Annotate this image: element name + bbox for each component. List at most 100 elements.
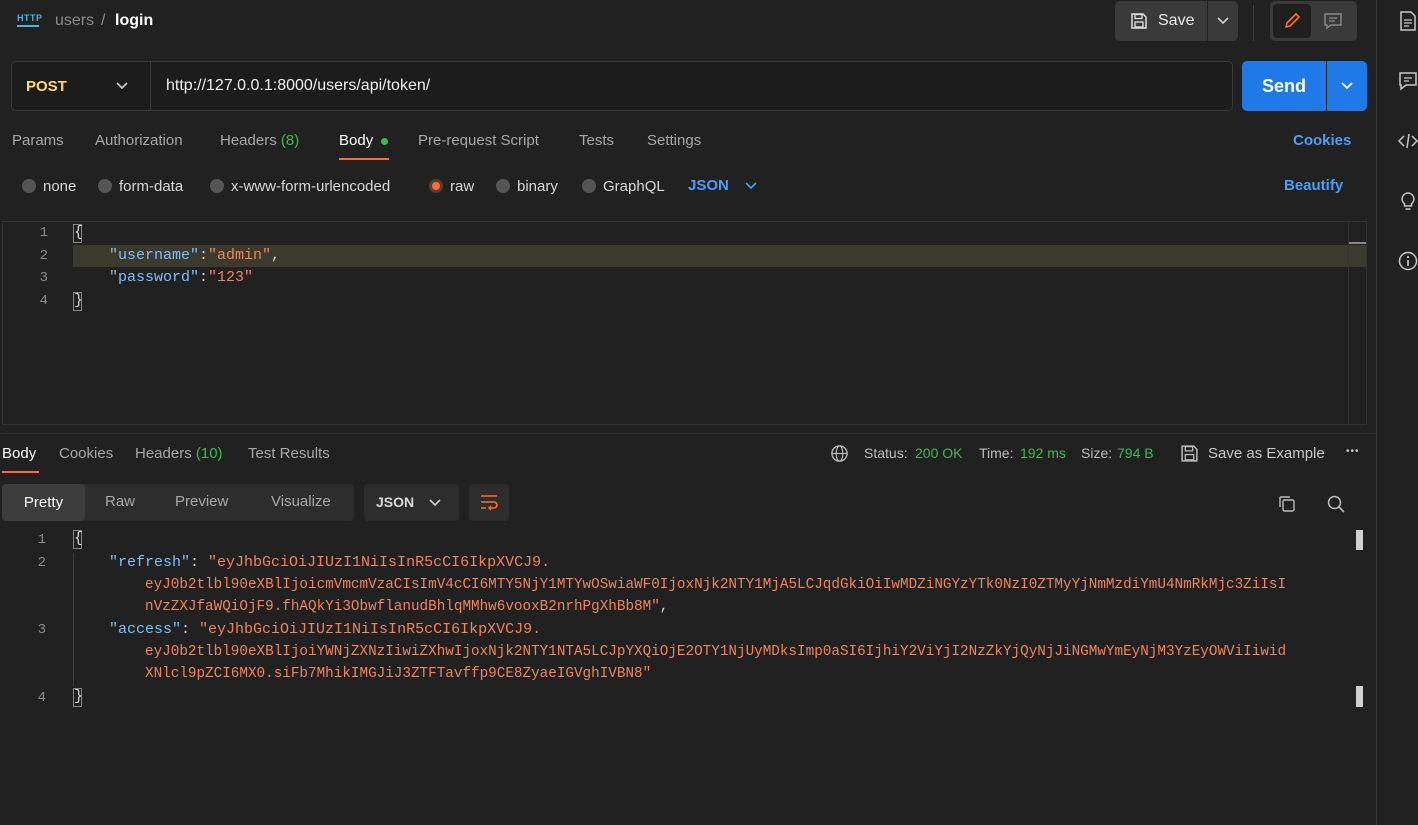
save-icon[interactable] [1180,444,1199,463]
right-sidebar [1376,0,1418,825]
line-number: 3 [37,622,46,638]
json-colon: : [199,247,209,264]
breadcrumb-separator: / [101,12,106,29]
globe-icon[interactable] [830,444,849,463]
size-value[interactable]: 794 B [1117,445,1154,461]
radio-raw[interactable] [429,179,443,193]
save-as-example-button[interactable]: Save as Example [1208,445,1325,462]
json-comma: , [659,599,669,615]
json-value: "eyJhbGciOiJIUzI1NiIsInR5cCI6IkpXVCJ9. [208,554,551,571]
json-comma: , [271,247,281,264]
response-tab-test-results[interactable]: Test Results [248,445,330,462]
breadcrumb-parent[interactable]: users [55,12,94,30]
http-method-select[interactable]: POST [26,78,67,95]
json-value: "123" [208,269,254,286]
code-icon[interactable] [1397,130,1418,152]
scrollbar-thumb[interactable] [1356,686,1363,707]
editor-scrollbar[interactable] [1348,222,1366,424]
json-key: "access" [109,621,182,638]
save-icon [1131,13,1147,29]
code-wrap-line: eyJ0b2tlbl90eXBlIjoicmVmcmVzaCIsImV4cCI6… [145,577,1287,593]
tab-params[interactable]: Params [12,132,64,149]
code-line-refresh: "refresh": "eyJhbGciOiJIUzI1NiIsInR5cCI6… [109,554,550,571]
json-key: "password" [109,269,200,286]
chevron-down-icon[interactable] [744,179,758,193]
radio-graphql-label[interactable]: GraphQL [603,178,665,195]
radio-form-data-label[interactable]: form-data [119,178,183,195]
code-open-brace: { [74,530,84,547]
active-tab-indicator [2,471,39,473]
send-options-button[interactable] [1327,61,1367,111]
more-options-icon[interactable]: ••• [1346,446,1360,457]
time-label: Time: [979,445,1014,461]
send-button[interactable]: Send [1242,61,1326,111]
code-wrap-line: XNlcl9pZCI6MX0.siFb7MhikIMGJiJ3ZTFTavffp… [145,666,652,682]
tab-authorization[interactable]: Authorization [95,132,183,149]
json-value: "admin" [208,247,272,264]
json-colon: : [199,269,209,286]
response-tab-body[interactable]: Body [2,445,36,462]
raw-format-select[interactable]: JSON [688,177,729,194]
radio-none[interactable] [22,179,36,193]
comment-mode-button[interactable] [1314,4,1352,38]
tab-body[interactable]: Body [339,132,373,149]
document-icon[interactable] [1397,10,1418,32]
tab-pre-request-script[interactable]: Pre-request Script [418,132,539,149]
chat-icon[interactable] [1397,70,1418,92]
response-tab-headers[interactable]: Headers (10) [135,445,223,462]
code-wrap-line: nVzZXJfaWQiOjF9.fhAQkYi3ObwflanudBhlqMMh… [145,599,668,615]
breadcrumb-current[interactable]: login [115,12,153,30]
line-number: 1 [39,225,48,241]
time-value[interactable]: 192 ms [1020,445,1066,461]
view-mode-visualize[interactable]: Visualize [271,493,331,510]
edit-mode-button[interactable] [1273,4,1311,38]
view-mode-preview[interactable]: Preview [175,493,228,510]
line-number: 2 [37,555,46,571]
json-value: nVzZXJfaWQiOjF9.fhAQkYi3ObwflanudBhlqMMh… [145,599,660,615]
code-open-brace: { [74,224,84,241]
tab-settings[interactable]: Settings [647,132,701,149]
response-tab-cookies[interactable]: Cookies [59,445,113,462]
radio-raw-label[interactable]: raw [450,178,474,195]
scrollbar-thumb[interactable] [1356,530,1363,550]
save-button[interactable]: Save [1115,1,1207,41]
toolbar-divider [1253,5,1254,41]
code-line-username: "username":"admin", [109,247,280,264]
radio-form-data[interactable] [98,179,112,193]
search-icon[interactable] [1326,494,1346,514]
tab-headers[interactable]: Headers (8) [220,132,299,149]
chevron-down-icon[interactable] [115,79,129,93]
comment-icon [1324,13,1342,30]
radio-binary[interactable] [496,179,510,193]
pencil-icon [1285,13,1300,28]
url-input[interactable] [158,66,1218,106]
save-label: Save [1158,12,1195,29]
status-value[interactable]: 200 OK [915,445,962,461]
cookies-link[interactable]: Cookies [1293,132,1351,149]
json-key: "refresh" [109,554,191,571]
view-mode-raw[interactable]: Raw [105,493,135,510]
radio-urlencoded[interactable] [210,179,224,193]
json-key: "username" [109,247,200,264]
save-options-button[interactable] [1208,1,1238,41]
view-mode-pretty[interactable]: Pretty [2,484,85,521]
info-icon[interactable] [1397,250,1418,272]
response-format-label: JSON [376,494,415,510]
copy-icon[interactable] [1277,494,1297,514]
radio-binary-label[interactable]: binary [517,178,558,195]
wrap-lines-button[interactable] [469,484,509,521]
tab-tests[interactable]: Tests [579,132,614,149]
headers-count-badge: (8) [280,132,300,149]
pane-divider[interactable] [0,433,1376,434]
radio-urlencoded-label[interactable]: x-www-form-urlencoded [231,178,390,195]
json-value: "eyJhbGciOiJIUzI1NiIsInR5cCI6IkpXVCJ9. [199,621,542,638]
beautify-button[interactable]: Beautify [1284,177,1343,194]
radio-none-label[interactable]: none [43,178,76,195]
tab-headers-label: Headers [220,132,277,149]
radio-graphql[interactable] [582,179,596,193]
code-close-brace: } [74,688,84,705]
lightbulb-icon[interactable] [1397,190,1418,212]
line-number: 4 [39,293,48,309]
active-tab-indicator [339,158,389,160]
line-number: 3 [39,270,48,286]
